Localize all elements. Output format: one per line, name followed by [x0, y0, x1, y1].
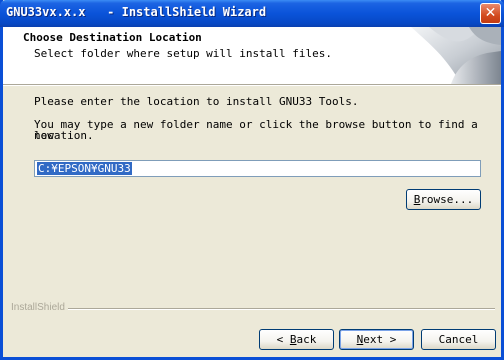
close-icon: ✕	[484, 5, 497, 21]
installer-window: GNU33vx.x.x - InstallShield Wizard ✕ Cho…	[0, 0, 504, 360]
title-bar[interactable]: GNU33vx.x.x - InstallShield Wizard ✕	[0, 0, 504, 27]
destination-path-value: C:¥EPSON¥GNU33	[37, 162, 132, 175]
window-title: GNU33vx.x.x - InstallShield Wizard	[6, 5, 267, 19]
page-subtitle: Select folder where setup will install f…	[34, 47, 333, 60]
wizard-header-graphic-icon	[391, 27, 501, 84]
header-divider	[3, 84, 501, 86]
wizard-header: Choose Destination Location Select folde…	[3, 27, 501, 84]
installshield-brand: InstallShield	[11, 302, 68, 313]
close-button[interactable]: ✕	[480, 3, 501, 24]
description-line-1: You may type a new folder name or click …	[34, 118, 478, 142]
instruction-text: Please enter the location to install GNU…	[34, 95, 359, 108]
back-button[interactable]: < Back	[259, 329, 334, 350]
cancel-button[interactable]: Cancel	[421, 329, 496, 350]
destination-path-input[interactable]: C:¥EPSON¥GNU33	[34, 160, 481, 177]
page-title: Choose Destination Location	[23, 31, 202, 44]
browse-button[interactable]: Browse...	[406, 189, 481, 210]
description-line-2: location.	[34, 129, 94, 142]
next-button[interactable]: Next >	[339, 329, 414, 350]
footer-divider	[11, 308, 495, 310]
